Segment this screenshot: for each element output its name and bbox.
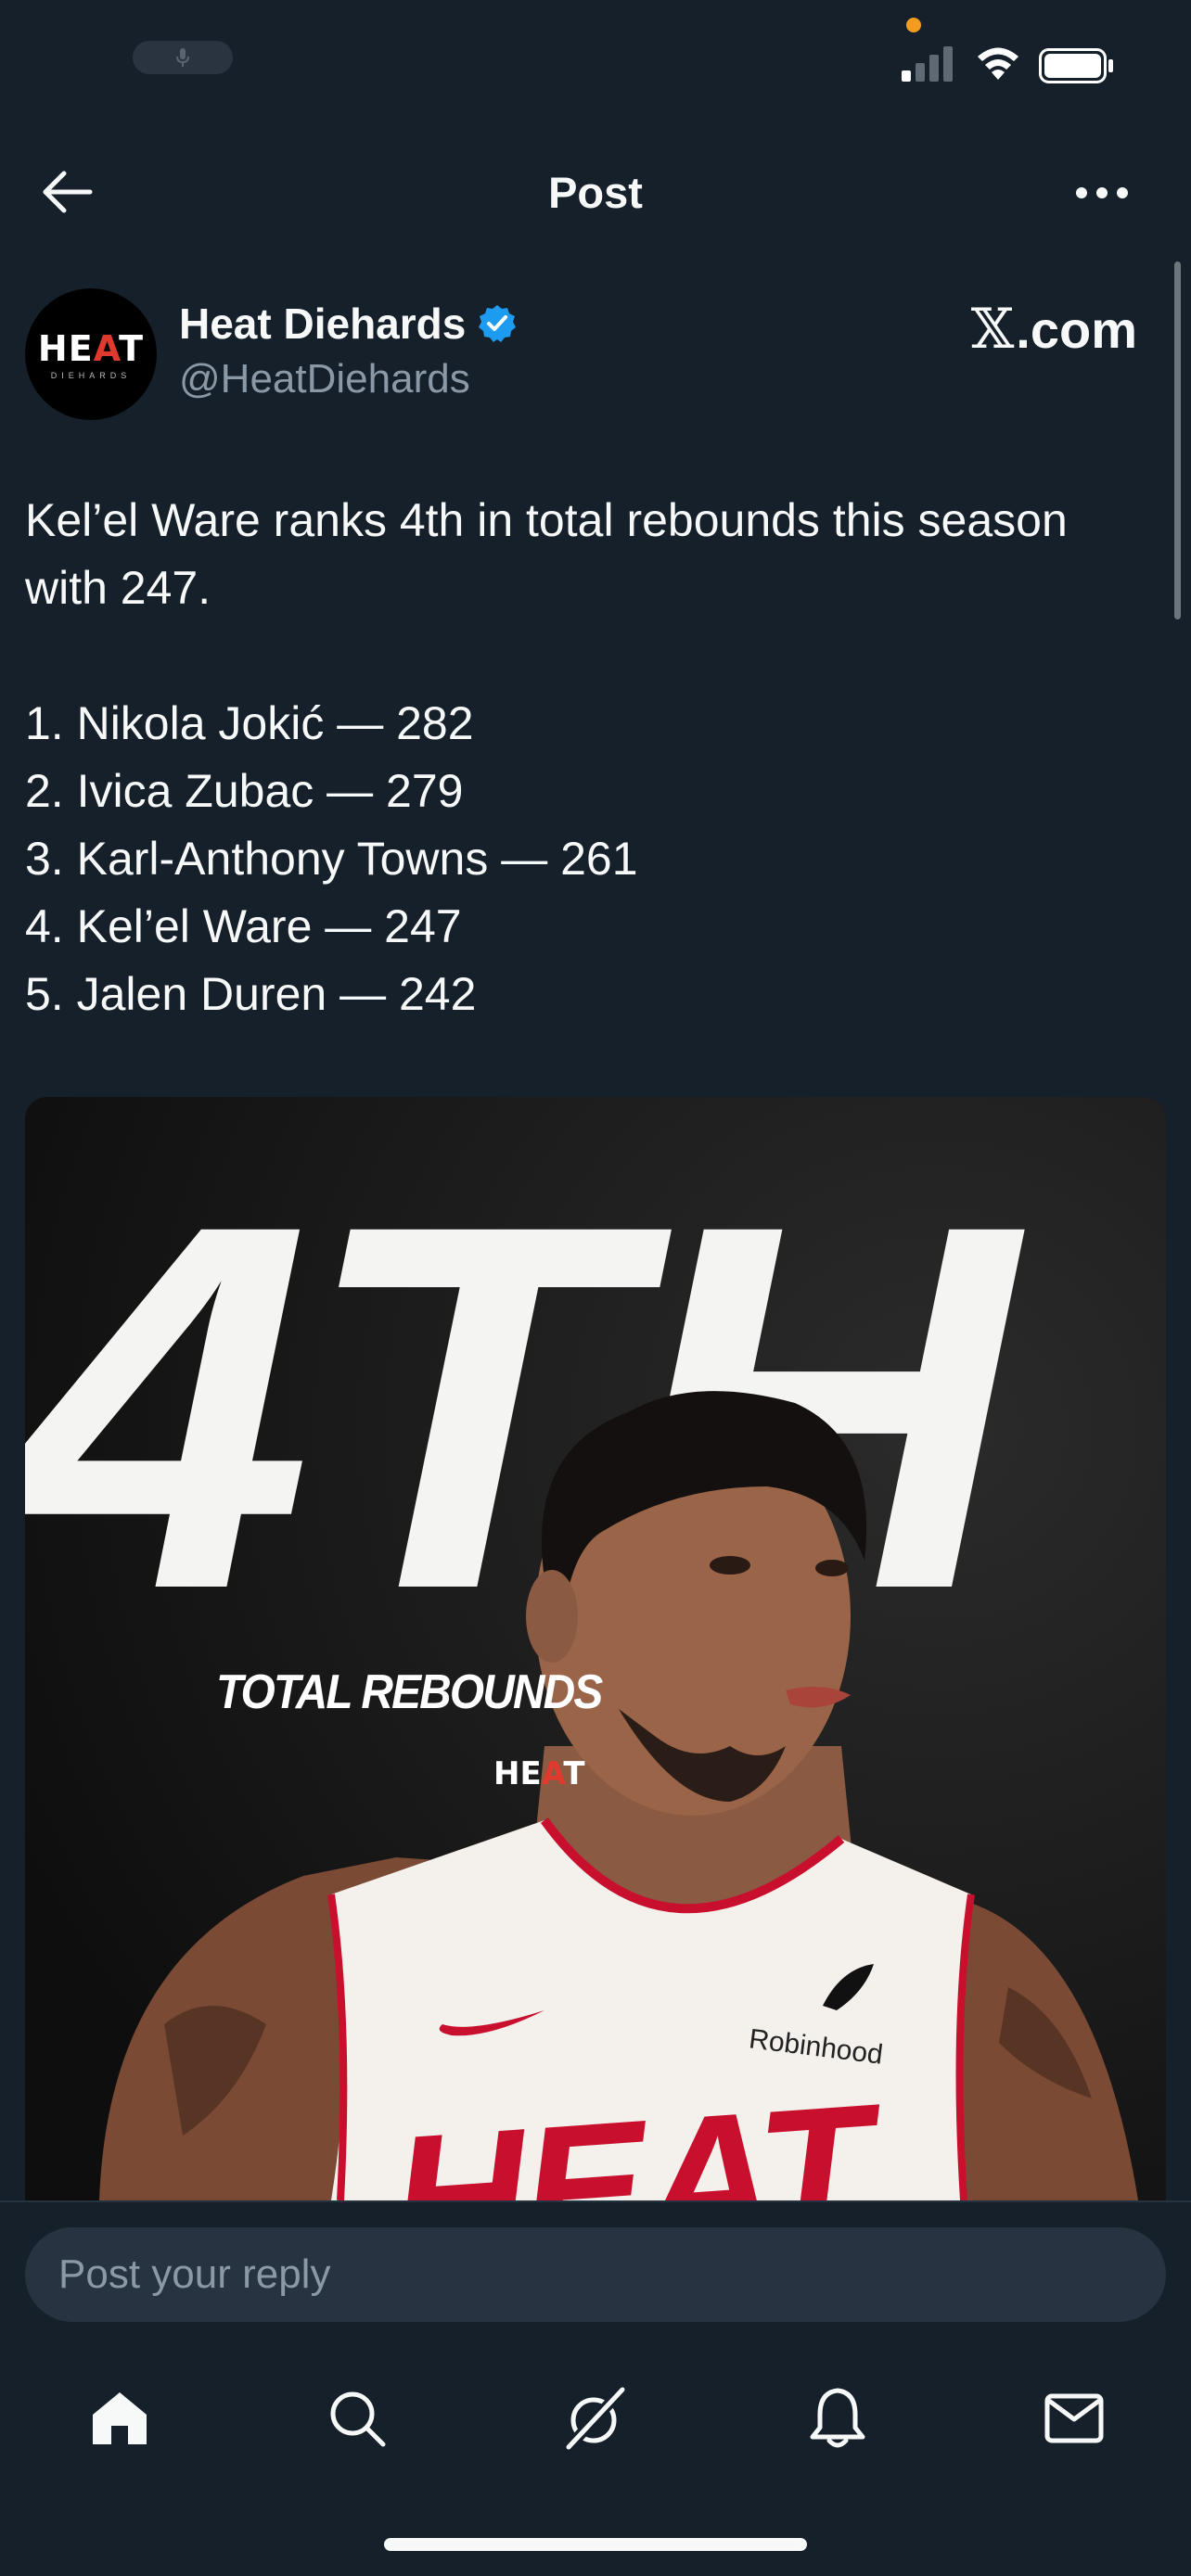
mail-icon	[1044, 2393, 1104, 2443]
bottom-tab-bar	[0, 2340, 1191, 2488]
grok-icon	[564, 2386, 627, 2451]
signal-icon	[902, 46, 953, 82]
tab-search[interactable]	[315, 2377, 399, 2460]
avatar[interactable]: HEAT DIEHARDS	[25, 288, 157, 420]
post-media-image[interactable]: 4TH TOTAL REBOUNDS HEAT Robinhood HEAT	[25, 1097, 1166, 2200]
more-horizontal-icon	[1076, 187, 1128, 198]
avatar-logo-text: HEAT	[37, 328, 145, 369]
post-text: Kel’el Ware ranks 4th in total rebounds …	[25, 487, 1175, 1028]
wifi-icon	[978, 47, 1018, 80]
status-bar	[0, 0, 1191, 139]
privacy-indicator-dot	[906, 18, 921, 32]
player-illustration	[99, 1391, 1138, 2200]
post-text-line: Kel’el Ware ranks 4th in total rebounds …	[25, 494, 1068, 546]
ranking-item: 5. Jalen Duren — 242	[25, 968, 477, 1020]
mic-icon	[133, 41, 233, 74]
top-navigation: Post	[0, 148, 1191, 232]
author-name[interactable]: Heat Diehards	[179, 299, 518, 349]
x-logo-icon: 𝕏	[970, 297, 1015, 362]
home-icon	[93, 2392, 147, 2444]
author-name-text: Heat Diehards	[179, 300, 467, 348]
ranking-item: 4. Kel’el Ware — 247	[25, 900, 462, 952]
author-handle[interactable]: @HeatDiehards	[179, 356, 470, 402]
search-icon	[330, 2391, 386, 2447]
ranking-item: 2. Ivica Zubac — 279	[25, 765, 464, 817]
verified-badge-icon	[479, 305, 517, 342]
tab-messages[interactable]	[1032, 2377, 1116, 2460]
ranking-item: 1. Nikola Jokić — 282	[25, 697, 474, 749]
ranking-item: 3. Karl-Anthony Towns — 261	[25, 833, 638, 885]
post-text-line: with 247.	[25, 562, 211, 614]
ranking-list: 1. Nikola Jokić — 282 2. Ivica Zubac — 2…	[25, 690, 1175, 1028]
scrollbar[interactable]	[1174, 261, 1181, 619]
media-logo: HEAT	[493, 1755, 585, 1792]
bell-icon	[810, 2388, 865, 2448]
tab-home[interactable]	[78, 2377, 161, 2460]
avatar-subtext: DIEHARDS	[50, 371, 132, 380]
page-title: Post	[548, 168, 643, 217]
reply-bar	[0, 2200, 1191, 2340]
battery-icon	[1039, 48, 1113, 83]
media-label: TOTAL REBOUNDS	[216, 1665, 603, 1719]
more-options-button[interactable]	[1067, 171, 1137, 215]
source-site-label: 𝕏 .com	[971, 297, 1137, 362]
source-site-suffix: .com	[1016, 300, 1137, 359]
tab-notifications[interactable]	[796, 2377, 879, 2460]
reply-input[interactable]	[25, 2227, 1166, 2322]
tab-grok[interactable]	[554, 2377, 637, 2460]
home-indicator[interactable]	[384, 2538, 807, 2551]
